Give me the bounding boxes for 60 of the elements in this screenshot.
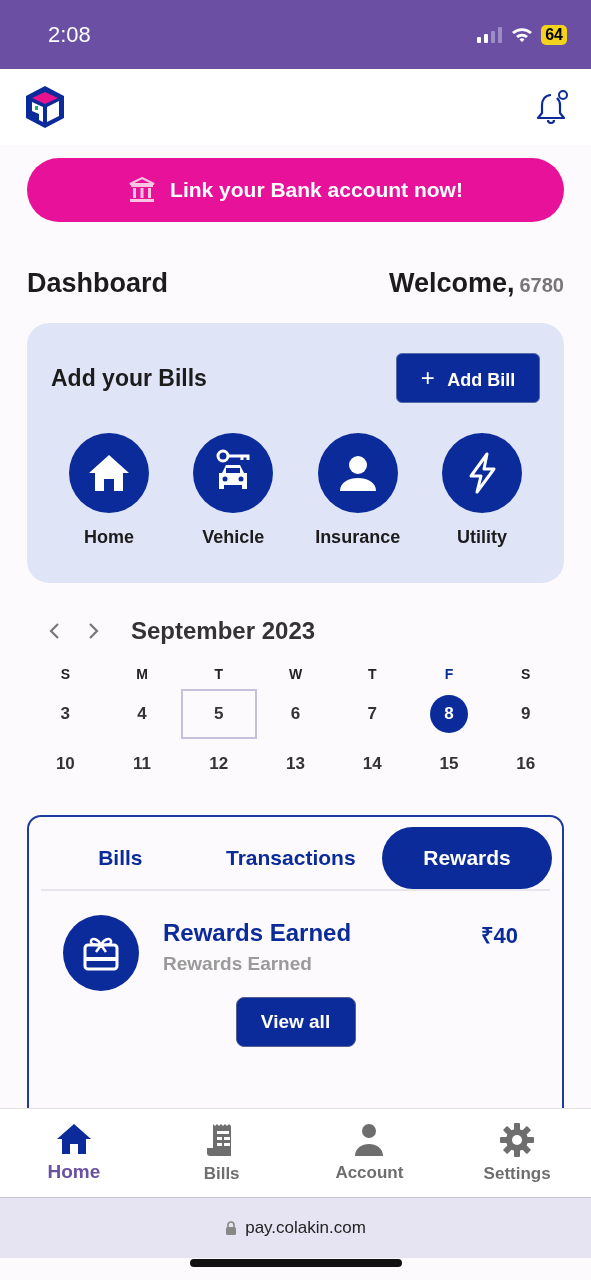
link-bank-button[interactable]: Link your Bank account now! xyxy=(27,158,564,222)
reward-amount: ₹40 xyxy=(480,922,518,949)
calendar-day[interactable]: 7 xyxy=(353,695,392,733)
weekday-label: W xyxy=(287,665,304,684)
view-all-button[interactable]: View all xyxy=(235,997,356,1047)
user-id: 6780 xyxy=(519,274,564,297)
reward-title: Rewards Earned xyxy=(163,919,353,947)
clock: 2:08 xyxy=(48,21,91,48)
logo-icon xyxy=(24,84,66,130)
address-bar[interactable]: pay.colakin.com xyxy=(0,1198,591,1258)
calendar-day[interactable]: 16 xyxy=(506,745,545,783)
nav-item[interactable]: Home xyxy=(13,1123,134,1183)
nav-item[interactable]: Bills xyxy=(161,1122,282,1184)
calendar-day[interactable]: 10 xyxy=(46,745,85,783)
weekday-label: F xyxy=(443,665,455,684)
house-icon xyxy=(87,453,131,493)
weekday-label: S xyxy=(59,665,71,684)
dashboard-title: Dashboard xyxy=(27,268,169,299)
category-button[interactable]: Utility xyxy=(424,433,540,548)
card-title: Add your Bills xyxy=(51,364,207,392)
calendar-day[interactable]: 9 xyxy=(506,695,545,733)
calendar-day[interactable]: 13 xyxy=(276,745,315,783)
lightning-icon xyxy=(467,452,497,494)
nav-item[interactable]: Settings xyxy=(457,1122,578,1184)
signal-icon xyxy=(477,26,504,43)
add-bill-button[interactable]: + Add Bill xyxy=(396,353,540,403)
calendar-day[interactable]: 15 xyxy=(429,745,468,783)
weekday-label: T xyxy=(213,665,225,684)
welcome-text: Welcome, xyxy=(388,268,515,299)
weekday-label: M xyxy=(135,665,149,684)
previous-month-icon[interactable] xyxy=(47,621,61,641)
reward-subtitle: Rewards Earned xyxy=(163,953,313,975)
wifi-icon xyxy=(511,26,534,43)
tab[interactable]: Rewards xyxy=(382,827,552,889)
next-month-icon[interactable] xyxy=(87,621,101,641)
settings-icon xyxy=(499,1122,536,1158)
category-button[interactable]: Vehicle xyxy=(175,433,292,548)
nav-item[interactable]: Account xyxy=(309,1123,430,1183)
bank-icon xyxy=(128,176,157,204)
person-icon xyxy=(353,1123,386,1157)
tab[interactable]: Transactions xyxy=(199,827,382,889)
calendar-day[interactable]: 4 xyxy=(123,695,162,733)
calendar-day[interactable]: 5 xyxy=(180,689,257,739)
tab[interactable]: Bills xyxy=(41,827,200,889)
calendar-day[interactable]: 12 xyxy=(199,745,238,783)
calendar-day[interactable]: 14 xyxy=(353,745,392,783)
month-title: September 2023 xyxy=(131,617,316,645)
calendar-day[interactable]: 8 xyxy=(429,695,468,733)
calendar-day[interactable]: 3 xyxy=(46,695,85,733)
person-icon xyxy=(337,453,378,493)
category-button[interactable]: Insurance xyxy=(299,433,416,548)
calendar-day[interactable]: 6 xyxy=(276,695,315,733)
calendar-day[interactable]: 11 xyxy=(123,745,162,783)
url-text: pay.colakin.com xyxy=(245,1218,366,1238)
category-button[interactable]: Home xyxy=(51,433,167,548)
lock-icon xyxy=(225,1221,238,1235)
battery-level: 64 xyxy=(541,24,567,45)
weekday-label: S xyxy=(519,665,532,684)
home-icon xyxy=(55,1123,92,1155)
weekday-label: T xyxy=(366,665,378,684)
